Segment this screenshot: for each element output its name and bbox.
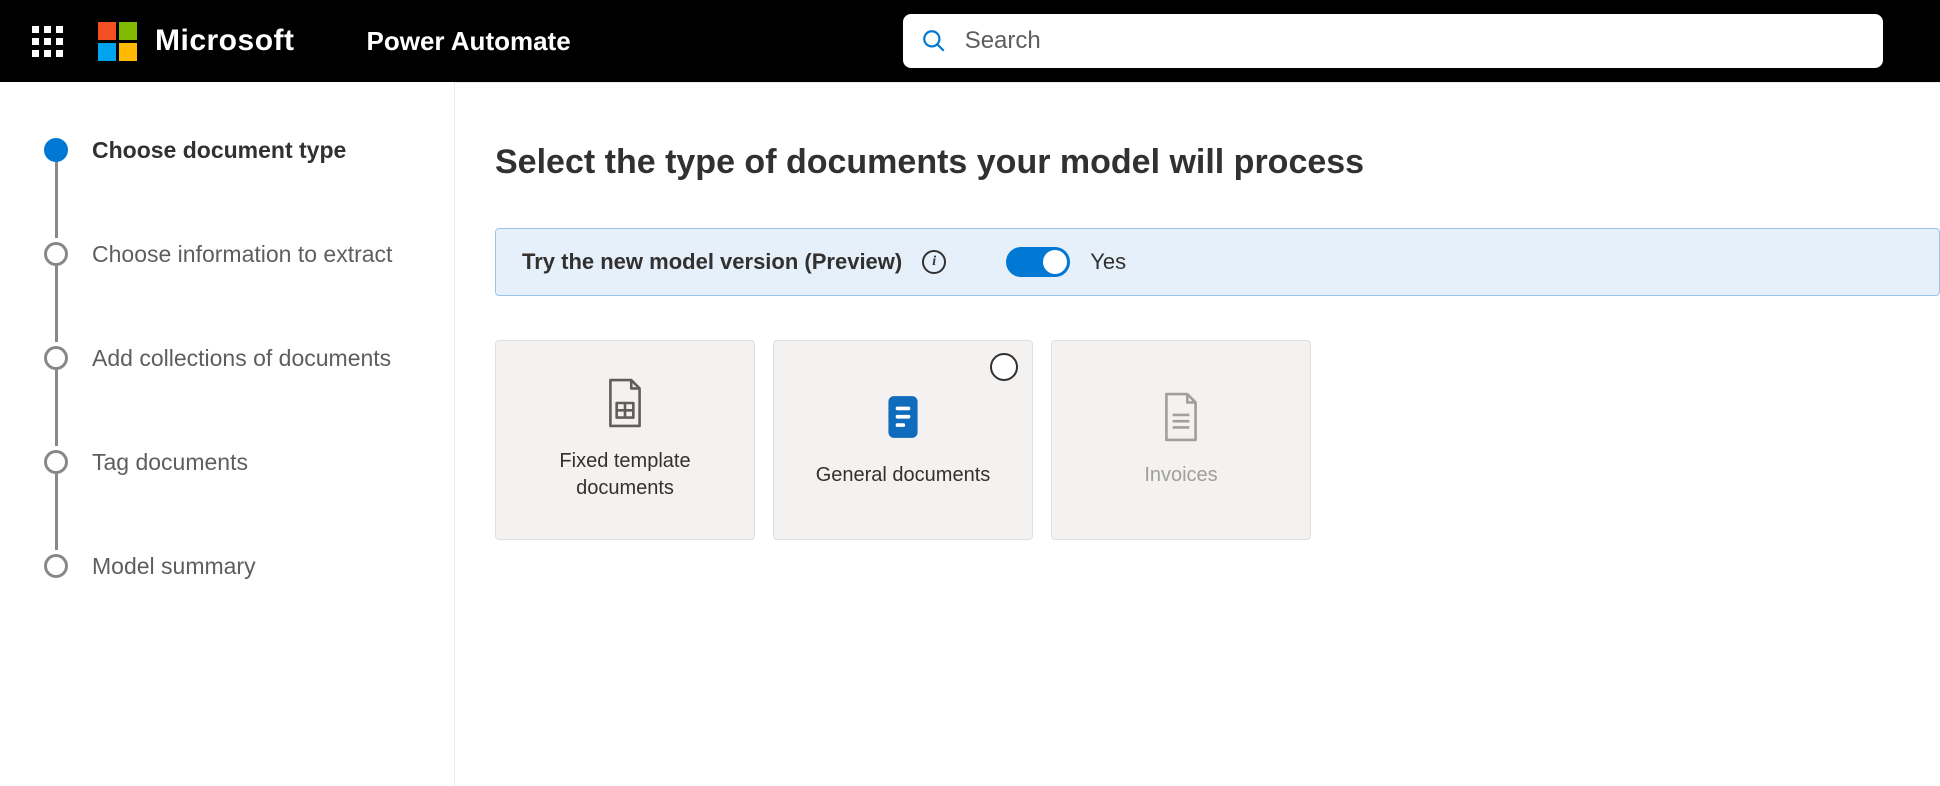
main: Choose document type Choose information … [0, 82, 1940, 786]
step-label: Choose information to extract [92, 241, 392, 268]
wizard-step-tag-documents[interactable]: Tag documents [44, 444, 424, 480]
step-indicator-icon [44, 138, 68, 162]
info-icon[interactable]: i [922, 250, 946, 274]
radio-unselected-icon [990, 353, 1018, 381]
search-input[interactable] [965, 27, 1865, 55]
step-indicator-icon [44, 242, 68, 266]
step-label: Tag documents [92, 449, 248, 476]
card-label: General documents [798, 462, 1009, 489]
card-general-documents[interactable]: General documents [773, 340, 1033, 540]
preview-toggle[interactable] [1006, 247, 1070, 277]
card-fixed-template[interactable]: Fixed template documents [495, 340, 755, 540]
step-indicator-icon [44, 554, 68, 578]
step-connector [55, 366, 58, 446]
fixed-template-icon [604, 378, 646, 428]
step-connector [55, 158, 58, 238]
invoice-icon [1160, 392, 1202, 442]
banner-text: Try the new model version (Preview) [522, 249, 902, 275]
wizard-step-add-collections[interactable]: Add collections of documents [44, 340, 424, 376]
waffle-icon [32, 26, 63, 57]
search-icon [921, 28, 947, 54]
wizard-step-choose-information[interactable]: Choose information to extract [44, 236, 424, 272]
app-launcher-button[interactable] [28, 22, 66, 60]
app-name: Power Automate [367, 26, 571, 57]
card-invoices[interactable]: Invoices [1051, 340, 1311, 540]
general-documents-icon [882, 392, 924, 442]
topbar: Microsoft Power Automate [0, 0, 1940, 82]
step-connector [55, 470, 58, 550]
step-indicator-icon [44, 450, 68, 474]
search-wrap [903, 14, 1920, 68]
wizard-step-choose-document-type[interactable]: Choose document type [44, 132, 424, 168]
microsoft-logo-icon [98, 22, 137, 61]
card-label: Invoices [1126, 462, 1235, 489]
search-box[interactable] [903, 14, 1883, 68]
step-label: Model summary [92, 553, 256, 580]
step-label: Add collections of documents [92, 345, 391, 372]
page-title: Select the type of documents your model … [495, 143, 1940, 182]
microsoft-brand[interactable]: Microsoft [98, 22, 295, 61]
card-label: Fixed template documents [496, 448, 754, 502]
preview-banner: Try the new model version (Preview) i Ye… [495, 228, 1940, 296]
wizard-step-model-summary[interactable]: Model summary [44, 548, 424, 584]
microsoft-word: Microsoft [155, 24, 295, 58]
wizard-steps: Choose document type Choose information … [44, 132, 424, 584]
step-connector [55, 262, 58, 342]
toggle-value-label: Yes [1090, 249, 1126, 275]
document-type-cards: Fixed template documents General documen… [495, 340, 1940, 540]
wizard-sidebar: Choose document type Choose information … [0, 82, 455, 786]
step-label: Choose document type [92, 137, 346, 164]
step-indicator-icon [44, 346, 68, 370]
content: Select the type of documents your model … [455, 82, 1940, 786]
